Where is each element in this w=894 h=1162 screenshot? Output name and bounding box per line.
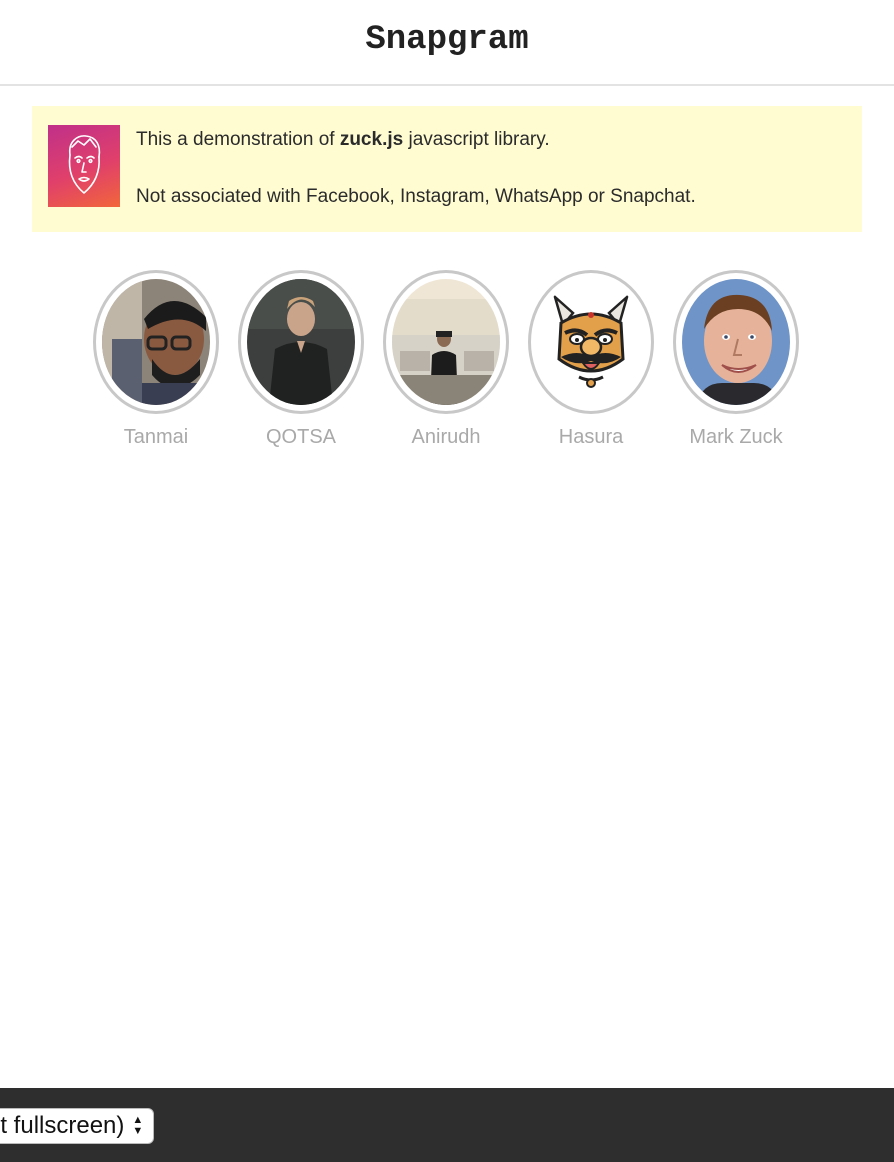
story-name: Hasura (558, 426, 624, 448)
story-item-anirudh[interactable]: Anirudh (381, 270, 511, 449)
mode-select-value: ut fullscreen) (0, 1112, 125, 1139)
story-name: QOTSA (265, 426, 336, 448)
story-ring[interactable] (673, 270, 799, 414)
avatar (537, 279, 645, 405)
story-ring[interactable] (93, 270, 219, 414)
notice-line-1-prefix: This a demonstration of (136, 129, 340, 150)
select-arrows-icon: ▲ ▼ (132, 1114, 144, 1137)
avatar (682, 279, 790, 405)
app-title: Snapgram (365, 21, 529, 59)
story-ring[interactable] (528, 270, 654, 414)
notice-line-1-suffix: javascript library. (403, 129, 550, 150)
top-bar: Snapgram (0, 0, 894, 86)
bottom-bar: ut fullscreen) ▲ ▼ (0, 1088, 894, 1162)
story-item-qotsa[interactable]: QOTSA (236, 270, 366, 449)
story-name: Anirudh (411, 426, 481, 448)
stories-row: Tanmai QOTSA Anirudh Hasura Mark Zuck (0, 270, 894, 460)
story-item-hasura[interactable]: Hasura (526, 270, 656, 449)
avatar (102, 279, 210, 405)
story-name: Mark Zuck (689, 426, 783, 448)
story-name: Tanmai (123, 426, 189, 448)
page: Snapgram This a demonstration of zuck.js (0, 0, 894, 1162)
notice-banner: This a demonstration of zuck.js javascri… (32, 106, 862, 232)
story-item-mark-zuck[interactable]: Mark Zuck (671, 270, 801, 449)
avatar (392, 279, 500, 405)
avatar (247, 279, 355, 405)
story-ring[interactable] (383, 270, 509, 414)
notice-line-1: This a demonstration of zuck.js javascri… (136, 129, 550, 151)
zuck-logo-icon (48, 125, 120, 207)
notice-line-2: Not associated with Facebook, Instagram,… (136, 186, 696, 207)
mode-select[interactable]: ut fullscreen) ▲ ▼ (0, 1108, 155, 1144)
story-ring[interactable] (238, 270, 364, 414)
story-item-tanmai[interactable]: Tanmai (91, 270, 221, 449)
library-name: zuck.js (339, 129, 404, 150)
